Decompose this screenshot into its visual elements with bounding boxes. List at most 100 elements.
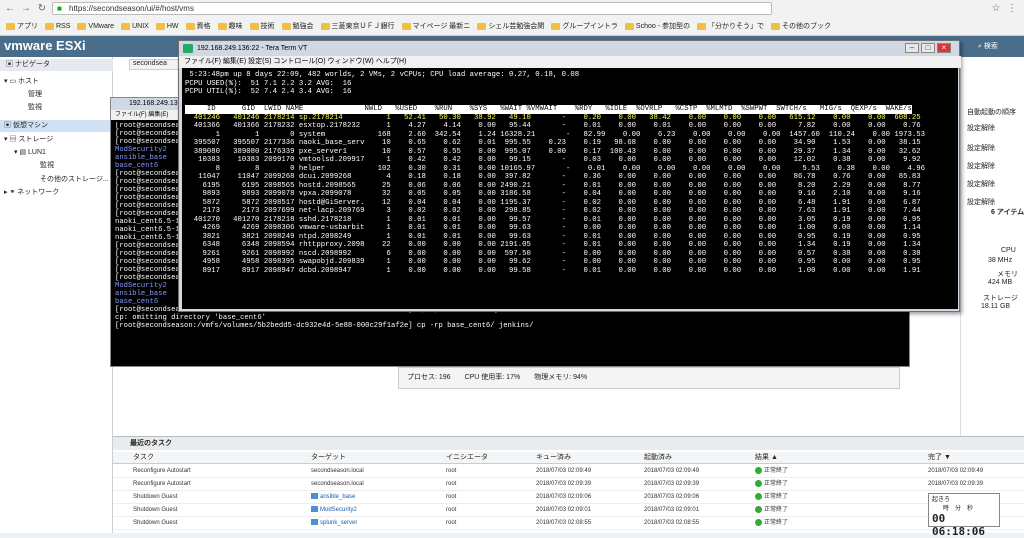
- vm-icon: [311, 519, 318, 526]
- task-cell-text[interactable]: ModSecurity2: [320, 507, 357, 513]
- nav-vms[interactable]: ▣ 仮想マシン: [0, 120, 113, 132]
- bookmark-item[interactable]: RSS: [45, 22, 70, 30]
- nav-label: ストレージ: [18, 136, 54, 143]
- task-cell-text: root: [446, 507, 457, 513]
- nav-storage[interactable]: ▾ ▤ ストレージ: [0, 134, 113, 146]
- nav-more-storage[interactable]: その他のストレージ...: [0, 174, 113, 186]
- task-row[interactable]: Reconfigure Autostart secondseason.local r…: [113, 478, 1024, 491]
- tasks-rows: Reconfigure Autostart secondseason.local r…: [113, 465, 1024, 534]
- bookmark-item[interactable]: Schoo - 参加型の: [624, 21, 690, 31]
- tab-label: secondsea: [133, 60, 167, 67]
- nav-label: 監視: [28, 104, 42, 111]
- process-status-bar: プロセス: 196 CPU 使用率: 17% 物理メモリ: 94%: [398, 367, 900, 389]
- bookmark-item[interactable]: 三菱東京ＵＦＪ銀行: [320, 21, 395, 31]
- col-task[interactable]: タスク: [133, 452, 154, 464]
- task-cell-text: secondseason.local: [311, 481, 364, 487]
- star-icon[interactable]: ☆: [990, 3, 1002, 15]
- task-row[interactable]: Shutdown Guest ansible_base root 2018/07/03…: [113, 491, 1024, 504]
- folder-icon: [249, 22, 259, 30]
- address-bar[interactable]: ■ https://secondseason/ui/#/host/vms: [52, 2, 772, 15]
- vm-icon: ▣: [4, 122, 13, 129]
- task-cell-text[interactable]: splunk_server: [320, 520, 357, 526]
- esxtop-row: 395507 395507 2177336 naoki_base_serv 10…: [185, 139, 921, 147]
- unset-link[interactable]: 設定解除: [967, 123, 995, 133]
- task-cell-text: 2018/07/03 02:09:49: [928, 468, 984, 474]
- bookmark-item[interactable]: 「分かりそう」で: [696, 21, 764, 31]
- task-task: Reconfigure Autostart: [133, 465, 191, 478]
- bookmark-item[interactable]: グループイントラ: [551, 21, 618, 31]
- nav-manage[interactable]: 管理: [0, 89, 113, 101]
- close-icon[interactable]: ×: [937, 43, 951, 53]
- maximize-icon[interactable]: □: [921, 43, 935, 53]
- success-icon: [755, 518, 762, 526]
- terminal-line: ansible_base: [115, 154, 167, 162]
- terminal-line: ansible_base: [115, 290, 167, 298]
- col-completed[interactable]: 完了 ▼: [928, 452, 951, 464]
- col-result[interactable]: 結果 ▲: [755, 452, 778, 464]
- bookmark-item[interactable]: マイページ 最新ニ: [401, 21, 470, 31]
- search-field[interactable]: ⌕ 検索: [978, 41, 998, 51]
- bookmark-item[interactable]: その他のブック: [770, 21, 831, 31]
- col-queued[interactable]: キュー済み: [536, 452, 571, 464]
- task-cell-text: Reconfigure Autostart: [133, 468, 191, 474]
- bookmark-item[interactable]: HW: [155, 22, 179, 30]
- nav-host[interactable]: ▾ ▭ ホスト: [0, 76, 113, 88]
- esxtop-row: 5872 5872 2098517 hostd@GiServer. 12 0.0…: [185, 198, 921, 207]
- bookmark-item[interactable]: 趣味: [217, 21, 243, 31]
- storage-value: 18.11 GB: [981, 303, 1011, 310]
- nav-monitor[interactable]: 監視: [0, 102, 113, 114]
- bookmark-item[interactable]: アプリ: [6, 21, 38, 31]
- back-icon[interactable]: ←: [4, 3, 16, 15]
- menu-icon[interactable]: ⋮: [1006, 3, 1018, 15]
- teraterm-window[interactable]: 192.168.249.136:22 - Tera Term VT – □ × …: [178, 40, 961, 312]
- col-target[interactable]: ターゲット: [311, 452, 346, 464]
- unset-link[interactable]: 設定解除: [967, 161, 995, 171]
- esxtop-row: 1 1 0 system 168 2.60 342.54 1.24 16328.…: [185, 130, 926, 139]
- window-title-bar[interactable]: 192.168.249.136:22 - Tera Term VT – □ ×: [179, 41, 961, 56]
- bookmark-item[interactable]: UNIX: [121, 22, 149, 30]
- folder-icon: [477, 22, 487, 30]
- task-queued: 2018/07/03 02:09:01: [536, 504, 591, 517]
- task-row[interactable]: Shutdown Guest ModSecurity2 root 2018/07/03…: [113, 504, 1024, 517]
- storage-label: ストレージ: [983, 295, 1018, 302]
- tasks-header[interactable]: 最近のタスク: [113, 437, 1024, 450]
- reload-icon[interactable]: ↻: [36, 3, 48, 15]
- esxtop-row: 11047 11047 2099268 dcui.2099268 4 0.18 …: [185, 173, 921, 181]
- bookmark-item[interactable]: シェル芸勉強会関: [477, 21, 544, 31]
- menu-items[interactable]: ファイル(F) 編集(E) 設定(S) コントロール(O) ウィンドウ(W) ヘ…: [184, 58, 406, 65]
- unset-link[interactable]: 設定解除: [967, 179, 995, 189]
- bookmark-item[interactable]: VMware: [77, 22, 114, 30]
- bookmark-label: 「分かりそう」で: [707, 23, 764, 30]
- minimize-icon[interactable]: –: [905, 43, 919, 53]
- bookmark-item[interactable]: 勉強会: [281, 21, 314, 31]
- col-initiator[interactable]: イニシエータ: [446, 452, 488, 464]
- task-queued: 2018/07/03 02:09:49: [536, 465, 591, 478]
- task-started: 2018/07/03 02:09:06: [644, 491, 699, 504]
- nav-lun1-monitor[interactable]: 監視: [0, 160, 113, 172]
- esxtop-row: 10383 10383 2099170 vmtoolsd.209917 1 0.…: [185, 156, 921, 164]
- task-task: Shutdown Guest: [133, 517, 177, 530]
- task-result: 正常終了: [755, 491, 788, 504]
- menu-items[interactable]: ファイル(F) 編集(E): [115, 112, 168, 118]
- bookmark-item[interactable]: 技術: [249, 21, 275, 31]
- nav-network[interactable]: ▸ ⚭ ネットワーク: [0, 187, 113, 199]
- unset-link[interactable]: 設定解除: [967, 197, 995, 207]
- task-started: 2018/07/03 02:09:49: [644, 465, 699, 478]
- col-started[interactable]: 起動済み: [644, 452, 672, 464]
- task-cell-text: 正常終了: [764, 468, 789, 474]
- browser-chrome: ← → ↻ ■ https://secondseason/ui/#/host/vm…: [0, 0, 1024, 36]
- folder-icon: [320, 22, 330, 30]
- esxtop-terminal[interactable]: 5:23:48pm up 8 days 22:09, 482 worlds, 2…: [182, 68, 958, 309]
- nav-lun1[interactable]: ▾ ▤ LUN1: [0, 147, 113, 159]
- unset-link[interactable]: 設定解除: [967, 143, 995, 153]
- forward-icon[interactable]: →: [20, 3, 32, 15]
- task-cell-text[interactable]: ansible_base: [320, 494, 355, 500]
- task-row[interactable]: Shutdown Guest splunk_server root 2018/07/0…: [113, 517, 1024, 530]
- task-row[interactable]: Reconfigure Autostart secondseason.local r…: [113, 465, 1024, 478]
- timer-value: 00 06:18:06: [932, 512, 985, 538]
- bookmark-item[interactable]: 資格: [185, 21, 211, 31]
- navigator-icon: ▣: [6, 61, 15, 68]
- task-started: 2018/07/03 02:09:01: [644, 504, 699, 517]
- esxtop-row: 401366 401366 2178232 esxtop.2178232 1 4…: [185, 122, 921, 130]
- autostart-order-label: 自動起動の順序: [967, 109, 1016, 116]
